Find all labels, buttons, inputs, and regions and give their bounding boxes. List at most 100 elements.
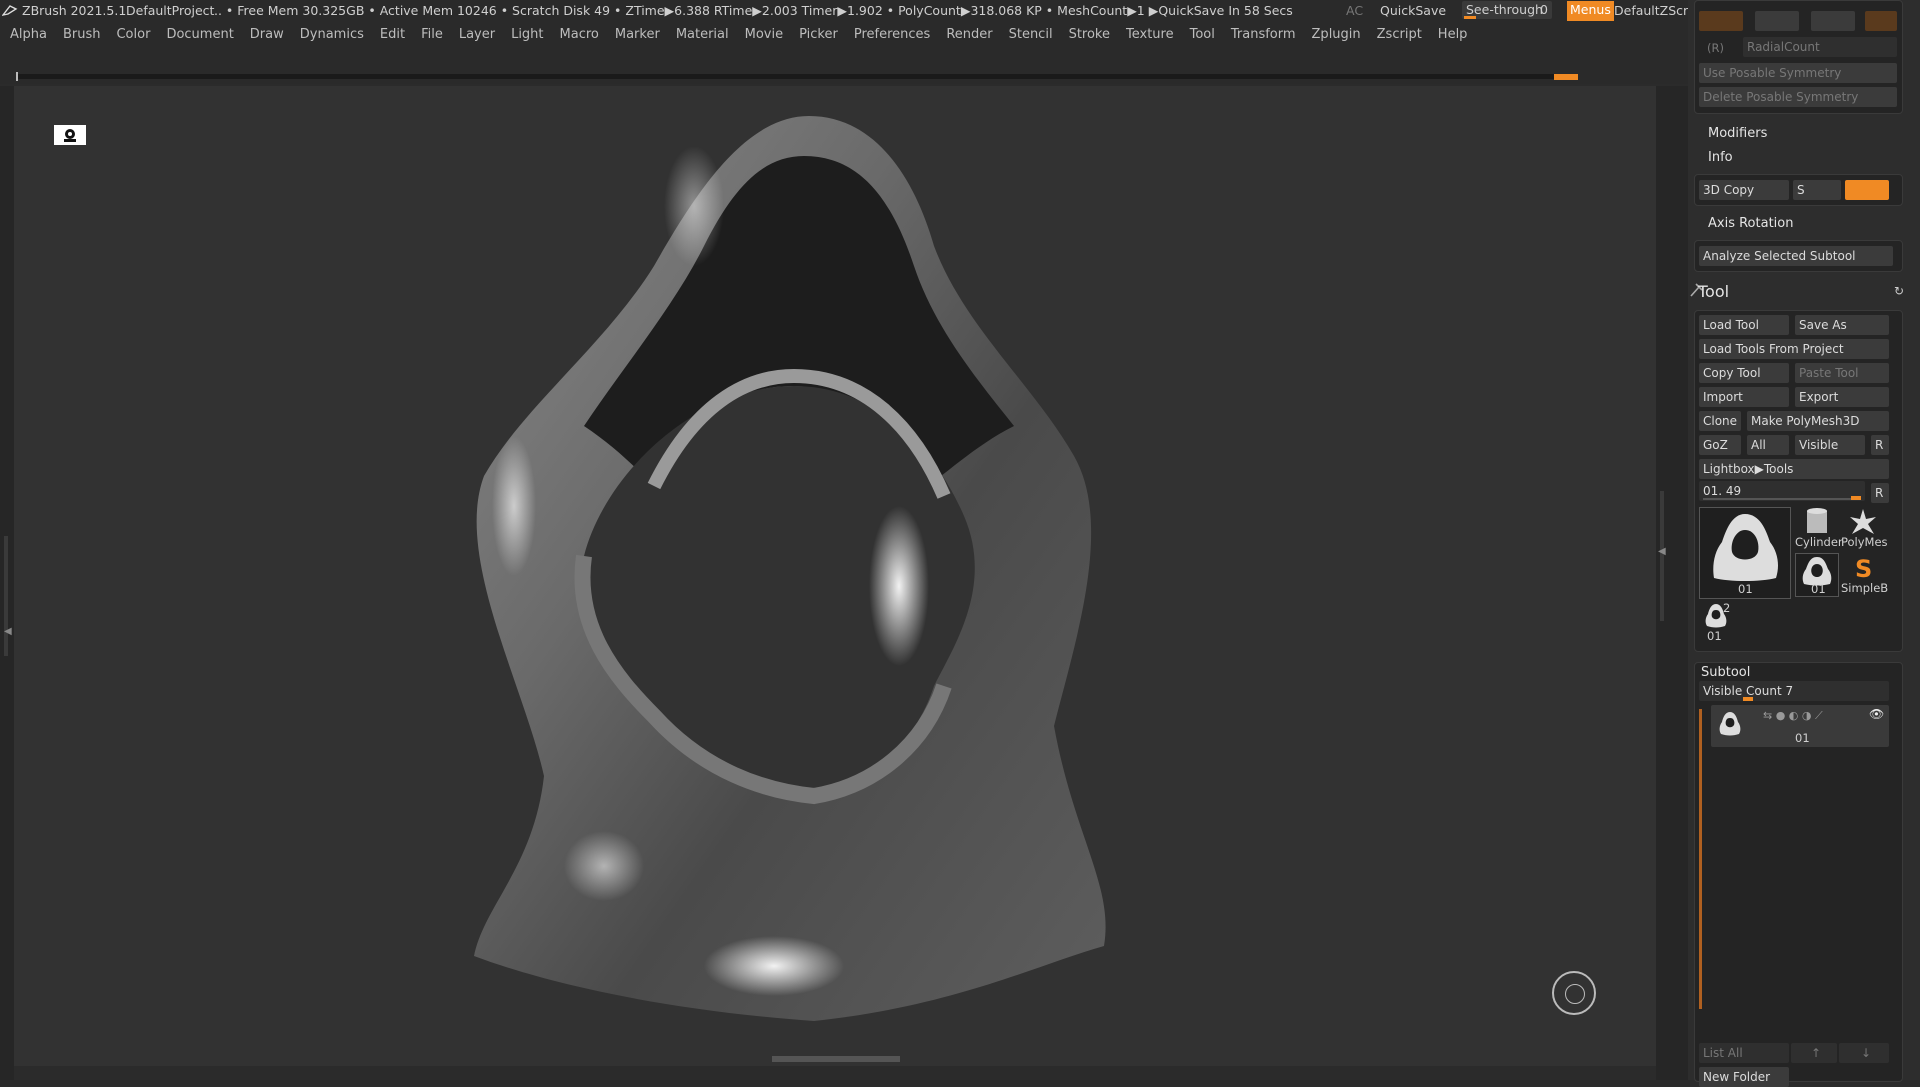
menu-light[interactable]: Light bbox=[503, 22, 551, 42]
menu-texture[interactable]: Texture bbox=[1118, 22, 1182, 42]
new-folder-button[interactable]: New Folder bbox=[1699, 1067, 1789, 1087]
all-button[interactable]: All bbox=[1747, 435, 1789, 455]
menu-picker[interactable]: Picker bbox=[791, 22, 846, 42]
subtool-tool-icons[interactable]: ⇆ ● ◐ ◑ ⟋ bbox=[1763, 709, 1823, 723]
simplebrush-thumb[interactable]: S SimpleB bbox=[1841, 553, 1889, 595]
right-palette-panel: (R) RadialCount Use Posable Symmetry Del… bbox=[1688, 0, 1920, 1087]
copy-tool-button[interactable]: Copy Tool bbox=[1699, 363, 1789, 383]
radial-count-slider[interactable]: RadialCount bbox=[1743, 37, 1897, 57]
menu-edit[interactable]: Edit bbox=[372, 22, 413, 42]
r-button[interactable]: R bbox=[1871, 435, 1889, 455]
project-name[interactable]: DefaultProject bbox=[126, 3, 214, 18]
menu-tool[interactable]: Tool bbox=[1182, 22, 1223, 42]
menu-draw[interactable]: Draw bbox=[242, 22, 292, 42]
left-arrow-icon[interactable]: ◀ bbox=[4, 626, 12, 637]
subtool-title[interactable]: Subtool bbox=[1701, 665, 1750, 680]
refresh-icon[interactable]: ↻ bbox=[1894, 284, 1904, 298]
menu-color[interactable]: Color bbox=[108, 22, 158, 42]
info-section[interactable]: Info bbox=[1708, 150, 1733, 165]
document-canvas[interactable] bbox=[14, 86, 1656, 1066]
eye-icon[interactable]: 👁 bbox=[1869, 707, 1884, 721]
r-label: (R) bbox=[1707, 41, 1724, 55]
tool-thumb-extra[interactable]: 2 01 bbox=[1701, 601, 1737, 645]
axis-rotation-section[interactable]: Axis Rotation bbox=[1708, 216, 1793, 231]
bottom-tray-handle[interactable] bbox=[772, 1056, 900, 1062]
clone-button[interactable]: Clone bbox=[1699, 411, 1741, 431]
r-slider-button[interactable]: R bbox=[1871, 483, 1889, 503]
menu-file[interactable]: File bbox=[413, 22, 451, 42]
paste-tool-button[interactable]: Paste Tool bbox=[1795, 363, 1889, 383]
left-tray[interactable]: ◀ bbox=[0, 86, 14, 1080]
polymesh-label: PolyMes bbox=[1841, 535, 1888, 549]
menu-brush[interactable]: Brush bbox=[55, 22, 109, 42]
list-all-button[interactable]: List All bbox=[1699, 1043, 1789, 1063]
menu-zscript[interactable]: Zscript bbox=[1369, 22, 1430, 42]
use-posable-symmetry-button[interactable]: Use Posable Symmetry bbox=[1699, 63, 1897, 83]
tool-thumb-main[interactable]: 01 bbox=[1699, 507, 1791, 599]
right-arrow-icon[interactable]: ◀ bbox=[1658, 546, 1666, 557]
cylinder-thumb[interactable]: Cylinder bbox=[1795, 507, 1843, 549]
move-down-icon[interactable]: ↓ bbox=[1839, 1043, 1889, 1063]
import-button[interactable]: Import bbox=[1699, 387, 1789, 407]
menu-dynamics[interactable]: Dynamics bbox=[292, 22, 372, 42]
menu-alpha[interactable]: Alpha bbox=[0, 22, 55, 42]
menu-transform[interactable]: Transform bbox=[1223, 22, 1304, 42]
modifiers-section[interactable]: Modifiers bbox=[1708, 126, 1767, 141]
menu-render[interactable]: Render bbox=[938, 22, 1000, 42]
menu-preferences[interactable]: Preferences bbox=[846, 22, 938, 42]
menus-toggle[interactable]: Menus bbox=[1567, 1, 1614, 21]
export-button[interactable]: Export bbox=[1795, 387, 1889, 407]
visible-count-slider[interactable]: Visible Count 7 bbox=[1699, 681, 1889, 701]
analyze-subtool-button[interactable]: Analyze Selected Subtool bbox=[1699, 246, 1893, 266]
right-tray[interactable]: ◀ bbox=[1656, 86, 1688, 1080]
menu-marker[interactable]: Marker bbox=[607, 22, 668, 42]
m-button[interactable] bbox=[1865, 11, 1897, 31]
menu-material[interactable]: Material bbox=[668, 22, 737, 42]
tool-title[interactable]: Tool bbox=[1698, 282, 1729, 301]
menu-layer[interactable]: Layer bbox=[451, 22, 503, 42]
zbrush-logo-icon bbox=[1, 3, 18, 20]
left-tray-handle[interactable] bbox=[4, 536, 8, 656]
ac-label[interactable]: AC bbox=[1346, 3, 1363, 18]
menu-movie[interactable]: Movie bbox=[737, 22, 791, 42]
timeline-track[interactable] bbox=[16, 74, 1578, 79]
lightbox-tools-button[interactable]: Lightbox▶Tools bbox=[1699, 459, 1889, 479]
menu-zplugin[interactable]: Zplugin bbox=[1304, 22, 1369, 42]
tool-thumb-small-label: 01 bbox=[1811, 582, 1826, 596]
copy3d-s-button[interactable]: S bbox=[1793, 180, 1841, 200]
save-as-button[interactable]: Save As bbox=[1795, 315, 1889, 335]
simplebrush-label: SimpleB bbox=[1841, 581, 1889, 595]
timeline[interactable] bbox=[0, 50, 1688, 84]
see-through-slider[interactable]: See-through 0 bbox=[1462, 1, 1552, 19]
visible-count-thumb[interactable] bbox=[1743, 697, 1753, 701]
timeline-marker[interactable] bbox=[1554, 74, 1578, 80]
hood-mesh-render[interactable] bbox=[14, 86, 1656, 1066]
goz-button[interactable]: GoZ bbox=[1699, 435, 1741, 455]
menu-macro[interactable]: Macro bbox=[552, 22, 607, 42]
tool-thumb-small[interactable]: 01 bbox=[1795, 553, 1839, 597]
menu-document[interactable]: Document bbox=[158, 22, 241, 42]
copy3d-button[interactable]: 3D Copy bbox=[1699, 180, 1789, 200]
visible-button[interactable]: Visible bbox=[1795, 435, 1865, 455]
load-tool-button[interactable]: Load Tool bbox=[1699, 315, 1789, 335]
tool-slider-thumb[interactable] bbox=[1851, 496, 1861, 500]
copy3d-value-field[interactable] bbox=[1845, 180, 1889, 200]
polymesh-thumb[interactable]: PolyMes bbox=[1841, 507, 1889, 549]
tool-thumb-extra-count: 2 bbox=[1723, 601, 1731, 615]
gizmo-circle-icon[interactable] bbox=[1552, 971, 1596, 1015]
subtool-scrollbar[interactable] bbox=[1699, 709, 1702, 1009]
z-axis-button[interactable] bbox=[1811, 11, 1855, 31]
make-polymesh3d-button[interactable]: Make PolyMesh3D bbox=[1747, 411, 1889, 431]
load-tools-from-project-button[interactable]: Load Tools From Project bbox=[1699, 339, 1889, 359]
quicksave-button[interactable]: QuickSave bbox=[1380, 3, 1446, 18]
x-axis-button[interactable] bbox=[1699, 11, 1743, 31]
subtool-item[interactable]: 01 ⇆ ● ◐ ◑ ⟋ 👁 bbox=[1711, 705, 1889, 747]
delete-posable-symmetry-button[interactable]: Delete Posable Symmetry bbox=[1699, 87, 1897, 107]
menu-help[interactable]: Help bbox=[1430, 22, 1476, 42]
move-up-icon[interactable]: ↑ bbox=[1791, 1043, 1837, 1063]
subtool-hood-icon bbox=[1719, 712, 1741, 736]
menu-stroke[interactable]: Stroke bbox=[1061, 22, 1118, 42]
tool-slider[interactable]: 01. 49 bbox=[1699, 481, 1865, 501]
menu-stencil[interactable]: Stencil bbox=[1001, 22, 1061, 42]
y-axis-button[interactable] bbox=[1755, 11, 1799, 31]
